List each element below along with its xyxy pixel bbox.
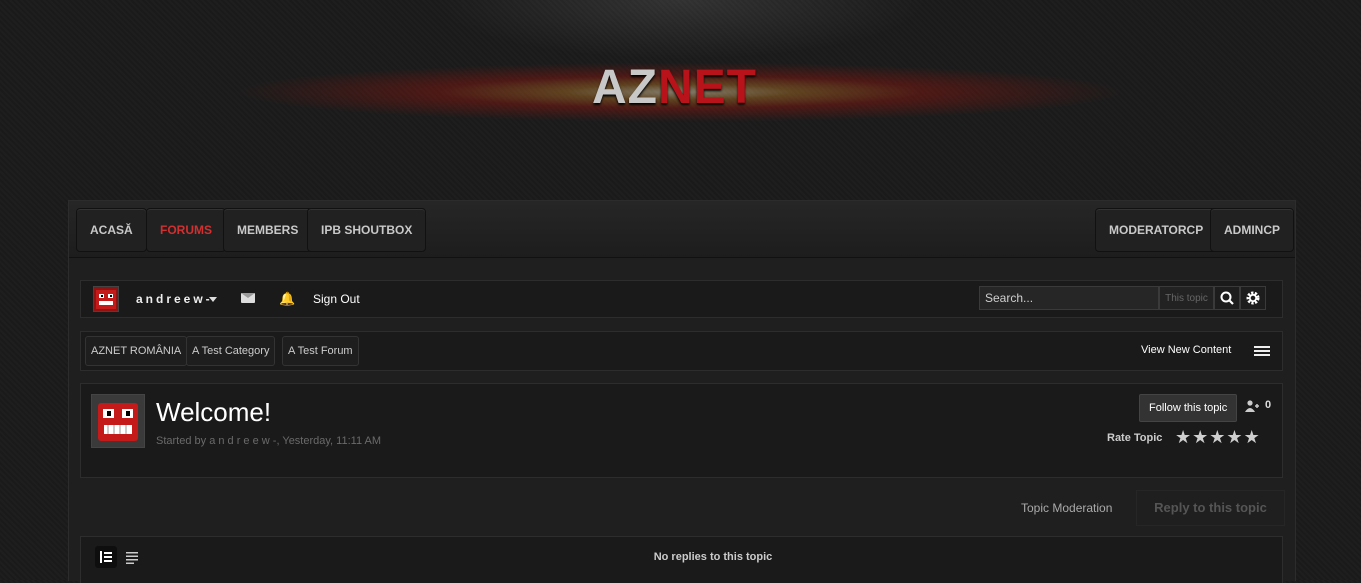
search-scope[interactable]: This topic (1159, 286, 1214, 310)
star-icon[interactable]: ★ (1209, 428, 1225, 446)
nav-members[interactable]: MEMBERS (223, 208, 313, 252)
nav-moderatorcp[interactable]: MODERATORCP (1095, 208, 1218, 252)
main-container: ACASĂ FORUMS MEMBERS IPB SHOUTBOX MODERA… (68, 200, 1296, 583)
breadcrumb-item[interactable]: A Test Category (186, 336, 276, 366)
rate-topic-label: Rate Topic (1107, 432, 1163, 444)
no-replies-message: No replies to this topic (653, 551, 773, 563)
star-icon[interactable]: ★ (1192, 428, 1208, 446)
search-icon (1220, 291, 1234, 305)
logo-az: AZ (592, 61, 658, 114)
breadcrumb-item[interactable]: AZNET ROMÂNIA (85, 336, 188, 366)
topic-meta: Started by a n d r e e w -, Yesterday, 1… (156, 435, 382, 447)
envelope-icon[interactable] (241, 293, 255, 303)
reply-button[interactable]: Reply to this topic (1136, 490, 1285, 526)
nav-ipb-shoutbox[interactable]: IPB SHOUTBOX (307, 208, 427, 252)
follow-topic-button[interactable]: Follow this topic (1139, 394, 1238, 422)
primary-nav: ACASĂ FORUMS MEMBERS IPB SHOUTBOX MODERA… (69, 201, 1295, 258)
rating-stars: ★★★★★ (1175, 428, 1261, 448)
meat-boy-icon (96, 290, 116, 309)
breadcrumb: AZNET ROMÂNIA A Test Category A Test For… (80, 331, 1283, 371)
author-avatar[interactable] (91, 394, 145, 448)
username[interactable]: andreew- (136, 292, 213, 306)
star-icon[interactable]: ★ (1244, 428, 1260, 446)
replies-section: No replies to this topic (80, 536, 1283, 583)
list-icon[interactable] (1254, 346, 1270, 358)
user-bar: andreew- 🔔 Sign Out This topic (80, 280, 1283, 318)
search-input[interactable] (979, 286, 1159, 310)
meat-boy-icon (92, 395, 144, 447)
sign-out-link[interactable]: Sign Out (313, 292, 360, 306)
settings-button[interactable] (1240, 286, 1266, 310)
chevron-down-icon[interactable] (209, 297, 217, 302)
nav-admincp[interactable]: ADMINCP (1210, 208, 1294, 252)
followers-icon[interactable] (1245, 400, 1259, 412)
site-logo[interactable]: AZNET (592, 62, 757, 114)
gear-icon (1246, 291, 1260, 305)
topic-header: Welcome! Started by a n d r e e w -, Yes… (80, 383, 1283, 478)
breadcrumb-item[interactable]: A Test Forum (282, 336, 359, 366)
header-glow (430, 0, 930, 60)
avatar[interactable] (93, 286, 119, 312)
topic-moderation-link[interactable]: Topic Moderation (1021, 501, 1112, 515)
star-icon[interactable]: ★ (1226, 428, 1242, 446)
site-header: AZNET (0, 0, 1361, 200)
search-button[interactable] (1214, 286, 1240, 310)
bell-icon[interactable]: 🔔 (279, 291, 295, 307)
star-icon[interactable]: ★ (1175, 428, 1191, 446)
nav-acasa[interactable]: ACASĂ (76, 208, 147, 252)
followers-count: 0 (1265, 399, 1272, 411)
logo-net: NET (657, 61, 757, 114)
nav-forums[interactable]: FORUMS (146, 208, 226, 252)
view-new-content-link[interactable]: View New Content (1141, 344, 1231, 356)
page-title: Welcome! (156, 397, 272, 427)
